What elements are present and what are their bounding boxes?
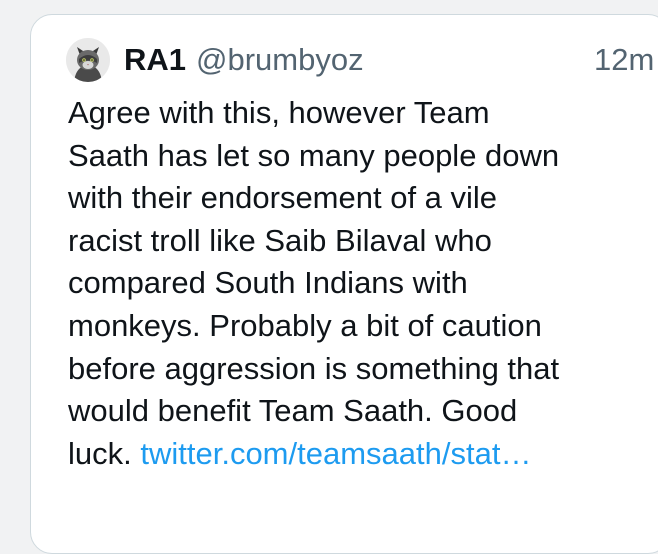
cat-avatar-icon bbox=[66, 38, 110, 82]
user-handle[interactable]: @brumbyoz bbox=[196, 42, 364, 78]
timestamp[interactable]: 12m bbox=[594, 40, 654, 80]
tweet-link[interactable]: twitter.com/teamsaath/stat… bbox=[140, 436, 531, 471]
avatar[interactable] bbox=[66, 38, 110, 82]
tweet-body: Agree with this, however Team Saath has … bbox=[68, 92, 652, 475]
tweet-text: Agree with this, however Team Saath has … bbox=[68, 95, 560, 471]
display-name[interactable]: RA1 bbox=[124, 42, 186, 78]
tweet-header: RA1 @brumbyoz bbox=[124, 40, 364, 80]
